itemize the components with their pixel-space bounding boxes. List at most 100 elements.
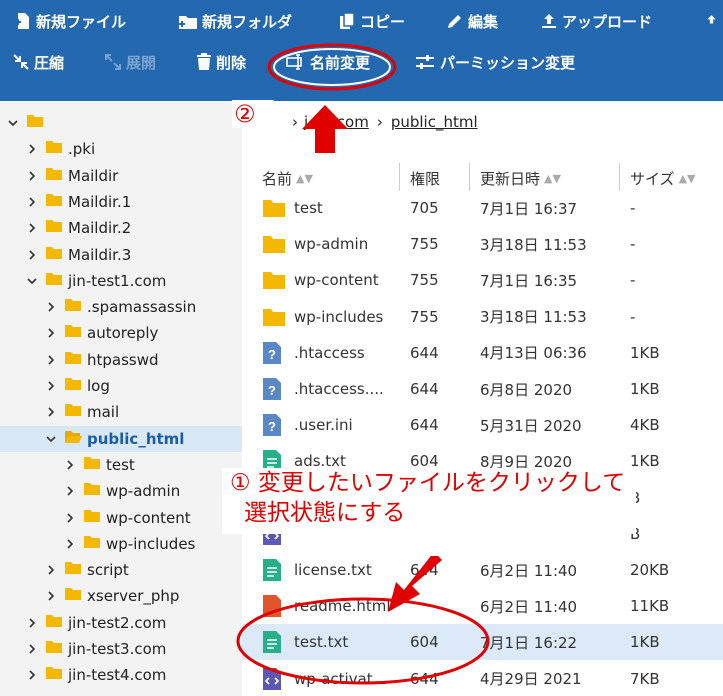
tree-item[interactable]: public_html xyxy=(0,425,242,452)
tree-item[interactable] xyxy=(0,110,242,136)
tree-item[interactable]: .pki xyxy=(0,136,242,162)
file-date: 4月13日 06:36 xyxy=(480,344,587,363)
upload-button[interactable]: アップロード xyxy=(540,11,680,32)
sort-icon: ▲▼ xyxy=(296,171,313,185)
file-row[interactable]: ? .user.ini 644 5月31日 2020 4KB xyxy=(242,407,723,443)
file-row[interactable]: wp-admin 755 3月18日 11:53 - xyxy=(242,226,723,262)
chevron-right-icon[interactable] xyxy=(25,668,39,682)
tree-item[interactable]: wp-admin xyxy=(0,478,242,504)
tree-item[interactable]: htpasswd xyxy=(0,347,242,373)
chevron-right-icon[interactable] xyxy=(44,405,58,419)
folder-icon xyxy=(262,226,288,262)
file-name: .htaccess xyxy=(294,343,365,362)
column-header-size[interactable]: サイズ ▲▼ xyxy=(630,163,695,193)
tree-item[interactable]: Maildir xyxy=(0,163,242,189)
compress-button[interactable]: 圧縮 xyxy=(12,52,82,73)
folder-icon xyxy=(45,167,68,185)
chevron-right-icon[interactable] xyxy=(25,221,39,235)
file-date: 6月8日 2020 xyxy=(480,380,573,399)
file-row[interactable]: license.txt6446月2日 11:4020KB xyxy=(242,552,723,588)
chevron-right-icon[interactable] xyxy=(44,326,58,340)
new-file-button[interactable]: 新規ファイル xyxy=(14,11,164,32)
tree-item-label: htpasswd xyxy=(87,350,159,369)
file-size: 7KB xyxy=(630,669,660,688)
unknown-file-icon: ? xyxy=(262,335,288,371)
extract-button[interactable]: 展開 xyxy=(104,52,174,73)
chevron-down-icon[interactable] xyxy=(44,432,58,446)
tree-item-label: public_html xyxy=(87,429,185,448)
edit-button[interactable]: 編集 xyxy=(446,11,526,32)
annotation-step2-number: ② xyxy=(232,100,274,128)
pencil-icon xyxy=(448,15,461,28)
file-date: 3月18日 11:53 xyxy=(480,235,587,254)
chevron-down-icon[interactable] xyxy=(6,116,20,130)
chevron-right-icon[interactable] xyxy=(63,484,77,498)
chevron-right-icon[interactable] xyxy=(63,458,77,472)
tree-item[interactable]: wp-includes xyxy=(0,531,242,557)
tree-item[interactable]: Maildir.3 xyxy=(0,242,242,268)
column-header-date[interactable]: 更新日時 ▲▼ xyxy=(480,163,561,193)
chevron-right-icon[interactable] xyxy=(63,511,77,525)
file-row[interactable]: wp-includes 755 3月18日 11:53 - xyxy=(242,299,723,335)
file-row[interactable]: ? .htaccess 644 4月13日 06:36 1KB xyxy=(242,335,723,371)
sort-icon: ▲▼ xyxy=(678,171,696,185)
file-row[interactable]: test 705 7月1日 16:37 - xyxy=(242,190,723,226)
column-header-name[interactable]: 名前 ▲▼ xyxy=(262,163,313,193)
expand-icon xyxy=(105,54,121,70)
tree-item[interactable]: wp-content xyxy=(0,505,242,531)
unknown-file-icon: ? xyxy=(262,371,288,407)
breadcrumb-folder[interactable]: public_html xyxy=(391,113,478,131)
file-permission: 755 xyxy=(410,235,439,254)
permission-button[interactable]: パーミッション変更 xyxy=(414,52,604,73)
chevron-right-icon[interactable] xyxy=(44,353,58,367)
file-date: 5月31日 2020 xyxy=(480,416,582,435)
tree-item[interactable]: autoreply xyxy=(0,320,242,346)
more-toolbar-icon[interactable] xyxy=(704,12,723,30)
unknown-file-icon: ? xyxy=(262,407,288,443)
copy-button[interactable]: コピー xyxy=(338,11,438,32)
tree-item[interactable]: .spamassassin xyxy=(0,294,242,320)
tree-item[interactable]: jin-test1.com xyxy=(0,268,242,294)
file-row[interactable]: wp-content 755 7月1日 16:35 - xyxy=(242,262,723,298)
tree-item[interactable]: xserver_php xyxy=(0,583,242,609)
chevron-right-icon[interactable] xyxy=(44,379,58,393)
file-name: wp-includes xyxy=(294,307,384,326)
chevron-right-icon[interactable] xyxy=(44,300,58,314)
tree-item[interactable]: script xyxy=(0,557,242,583)
chevron-right-icon[interactable] xyxy=(25,248,39,262)
folder-icon xyxy=(262,190,288,226)
tree-item[interactable]: jin-test4.com xyxy=(0,662,242,688)
compress-icon xyxy=(13,54,29,70)
chevron-right-icon[interactable] xyxy=(44,589,58,603)
tree-item-label: jin-test1.com xyxy=(68,271,167,290)
file-date: 4月29日 2021 xyxy=(480,670,582,689)
tree-item[interactable]: jin-test2.com xyxy=(0,610,242,636)
tree-item[interactable]: Maildir.1 xyxy=(0,189,242,215)
tree-item[interactable]: mail xyxy=(0,399,242,425)
tree-item[interactable]: log xyxy=(0,373,242,399)
delete-button[interactable]: 削除 xyxy=(196,52,266,73)
folder-icon xyxy=(83,482,106,500)
tree-item[interactable]: Maildir.2 xyxy=(0,215,242,241)
chevron-right-icon[interactable] xyxy=(44,563,58,577)
svg-text:?: ? xyxy=(268,419,276,434)
chevron-right-icon[interactable] xyxy=(25,169,39,183)
file-name: wp-content xyxy=(294,271,379,290)
compress-label: 圧縮 xyxy=(34,53,65,72)
new-folder-button[interactable]: 新規フォルダ xyxy=(178,11,328,32)
chevron-right-icon[interactable] xyxy=(25,142,39,156)
tree-item[interactable]: test xyxy=(0,452,242,478)
chevron-right-icon[interactable] xyxy=(63,537,77,551)
chevron-right-icon[interactable] xyxy=(25,642,39,656)
file-size: - xyxy=(630,271,636,290)
chevron-right-icon[interactable] xyxy=(25,616,39,630)
chevron-down-icon[interactable] xyxy=(25,274,39,288)
trash-icon xyxy=(197,53,211,70)
tree-item[interactable]: jin-test3.com xyxy=(0,636,242,662)
file-permission: 755 xyxy=(410,307,439,326)
column-header-perm[interactable]: 権限 xyxy=(410,163,440,193)
file-name: .user.ini xyxy=(294,416,353,435)
file-size: 1KB xyxy=(630,343,660,362)
file-row[interactable]: ? .htaccess.... 644 6月8日 2020 1KB xyxy=(242,371,723,407)
chevron-right-icon[interactable] xyxy=(25,195,39,209)
